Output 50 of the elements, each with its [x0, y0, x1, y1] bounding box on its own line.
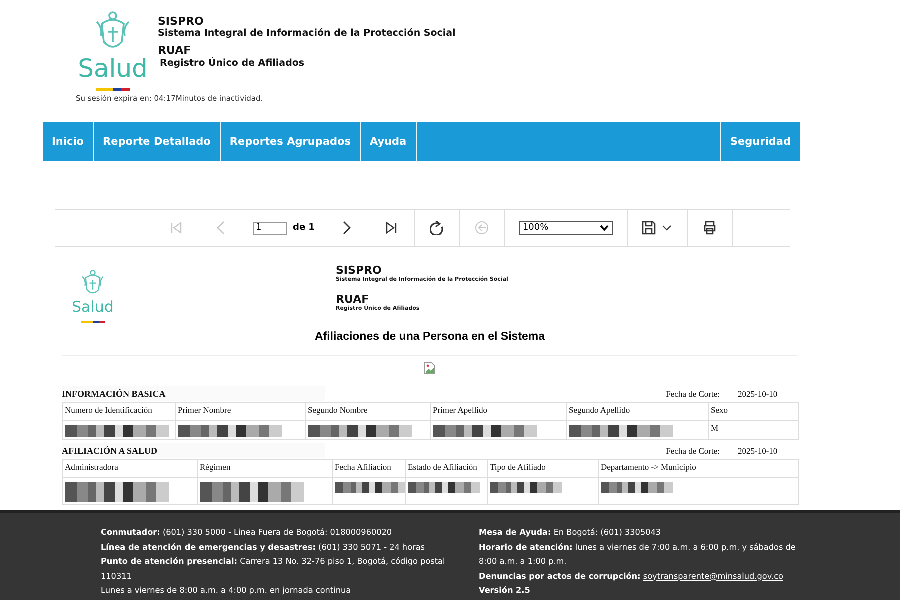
footer-text: Conmutador: (601) 330 5000 - Linea Fuera de Bogotá: 018000960020 — [101, 526, 394, 539]
system-name: SISPRO — [336, 265, 382, 277]
cutoff-label: Fecha de Corte: — [666, 446, 720, 456]
page-total: de 1 — [293, 223, 315, 233]
logo-text: Salud — [78, 56, 148, 82]
broken-image-icon — [424, 362, 436, 375]
column-header: Numero de Identificación — [62, 402, 176, 420]
footer-text: Mesa de Ayuda: En Bogotá: (601) 3305043 — [479, 526, 662, 539]
cutoff-date: 2025-10-10 — [738, 446, 779, 456]
footer-text: Denuncias por actos de corrupción: soytransparente@minsalud.gov.co — [479, 570, 784, 583]
footer-text: Punto de atención presencial: Carrera 13 No. 32-76 piso 1, Bogotá, código postal 110311 — [101, 555, 446, 582]
column-header: Primer Apellido — [430, 402, 566, 420]
module-name: RUAF — [336, 294, 370, 306]
column-header: Primer Nombre — [176, 402, 306, 420]
column-header: Régimen — [198, 460, 332, 478]
footer-text: Horario de atención: lunes a viernes de 7:00 a.m. a 6:00 p.m. y sábados de 8:00 a.m. a 1:00 p.m. — [479, 540, 797, 568]
column-header: Estado de Afiliación — [406, 460, 488, 478]
column-header: Tipo de Afiliado — [488, 460, 598, 478]
nav-link[interactable]: Inicio — [43, 122, 94, 161]
cutoff-date: 2025-10-10 — [738, 388, 779, 398]
footer-text: Versión 2.5 — [479, 584, 532, 597]
email-link[interactable]: soytransparente@minsalud.gov.co — [643, 570, 784, 580]
module-name: RUAF — [158, 45, 192, 57]
system-name: SISPRO — [158, 16, 205, 28]
column-header: Segundo Nombre — [306, 402, 430, 420]
column-header: Segundo Apellido — [566, 402, 708, 420]
caret-icon — [662, 225, 672, 231]
system-full-name: Sistema Integral de Información de la Protección Social — [158, 28, 456, 40]
caret-icon — [600, 225, 609, 231]
footer-text: Lunes a viernes de 8:00 a.m. a 4:00 p.m. en jornada continua — [101, 584, 352, 597]
column-header: Departamento -> Municipio — [598, 460, 798, 478]
flag-stripe — [81, 321, 105, 323]
nav-link[interactable]: Ayuda — [360, 122, 417, 161]
report-title: Afiliaciones de una Persona en el Sistema — [62, 331, 798, 356]
nav-link[interactable]: Reporte Detallado — [94, 122, 221, 161]
table-cell: M — [708, 420, 798, 440]
nav-link[interactable]: Reportes Agrupados — [220, 122, 361, 161]
zoom-dropdown[interactable]: 100% — [518, 221, 613, 235]
page-number-field[interactable]: 1 — [253, 222, 287, 234]
cutoff-label: Fecha de Corte: — [666, 388, 720, 398]
footer-text: Línea de atención de emergencias y desastres: (601) 330 5071 - 24 horas — [101, 540, 426, 554]
module-full-name: Registro Único de Afiliados — [159, 58, 306, 70]
column-header: Sexo — [708, 402, 798, 420]
section-title: INFORMACIÓN BASICA — [62, 386, 325, 401]
section-title: AFILIACIÓN A SALUD — [62, 443, 325, 458]
column-header: Fecha Afiliacion — [332, 460, 406, 478]
logo-text: Salud — [72, 299, 114, 315]
flag-stripe — [96, 88, 130, 91]
column-header: Administradora — [62, 460, 198, 478]
nav-link[interactable]: Seguridad — [720, 122, 800, 161]
